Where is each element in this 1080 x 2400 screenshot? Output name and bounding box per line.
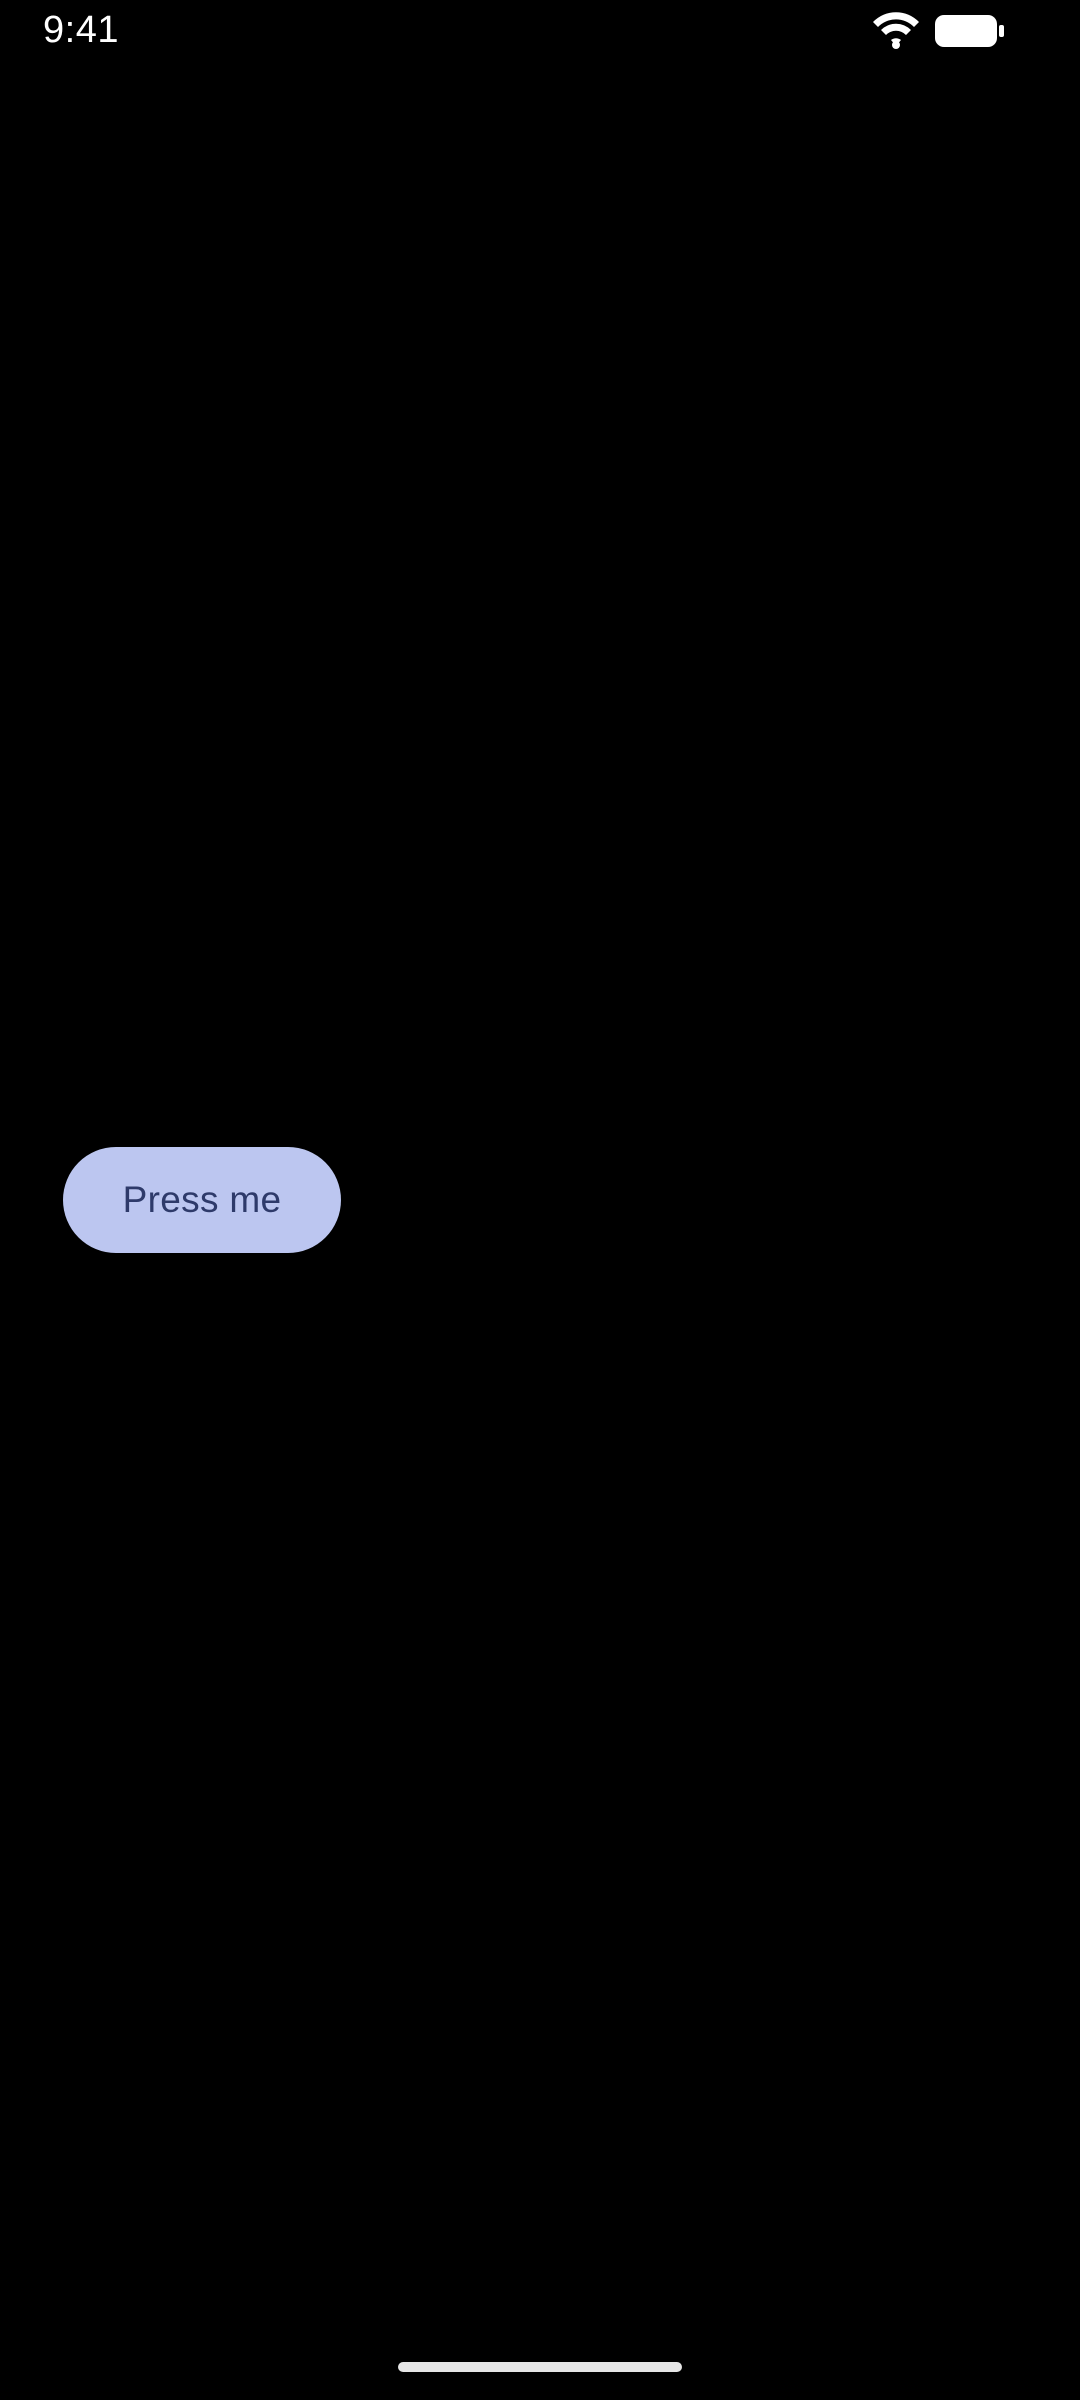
press-me-button[interactable]: Press me <box>63 1147 341 1253</box>
home-indicator[interactable] <box>398 2362 682 2372</box>
status-time: 9:41 <box>43 9 119 51</box>
press-me-button-label: Press me <box>122 1179 282 1220</box>
battery-icon <box>935 15 1004 47</box>
status-bar: 9:41 <box>0 0 1080 64</box>
wifi-icon <box>873 12 919 49</box>
